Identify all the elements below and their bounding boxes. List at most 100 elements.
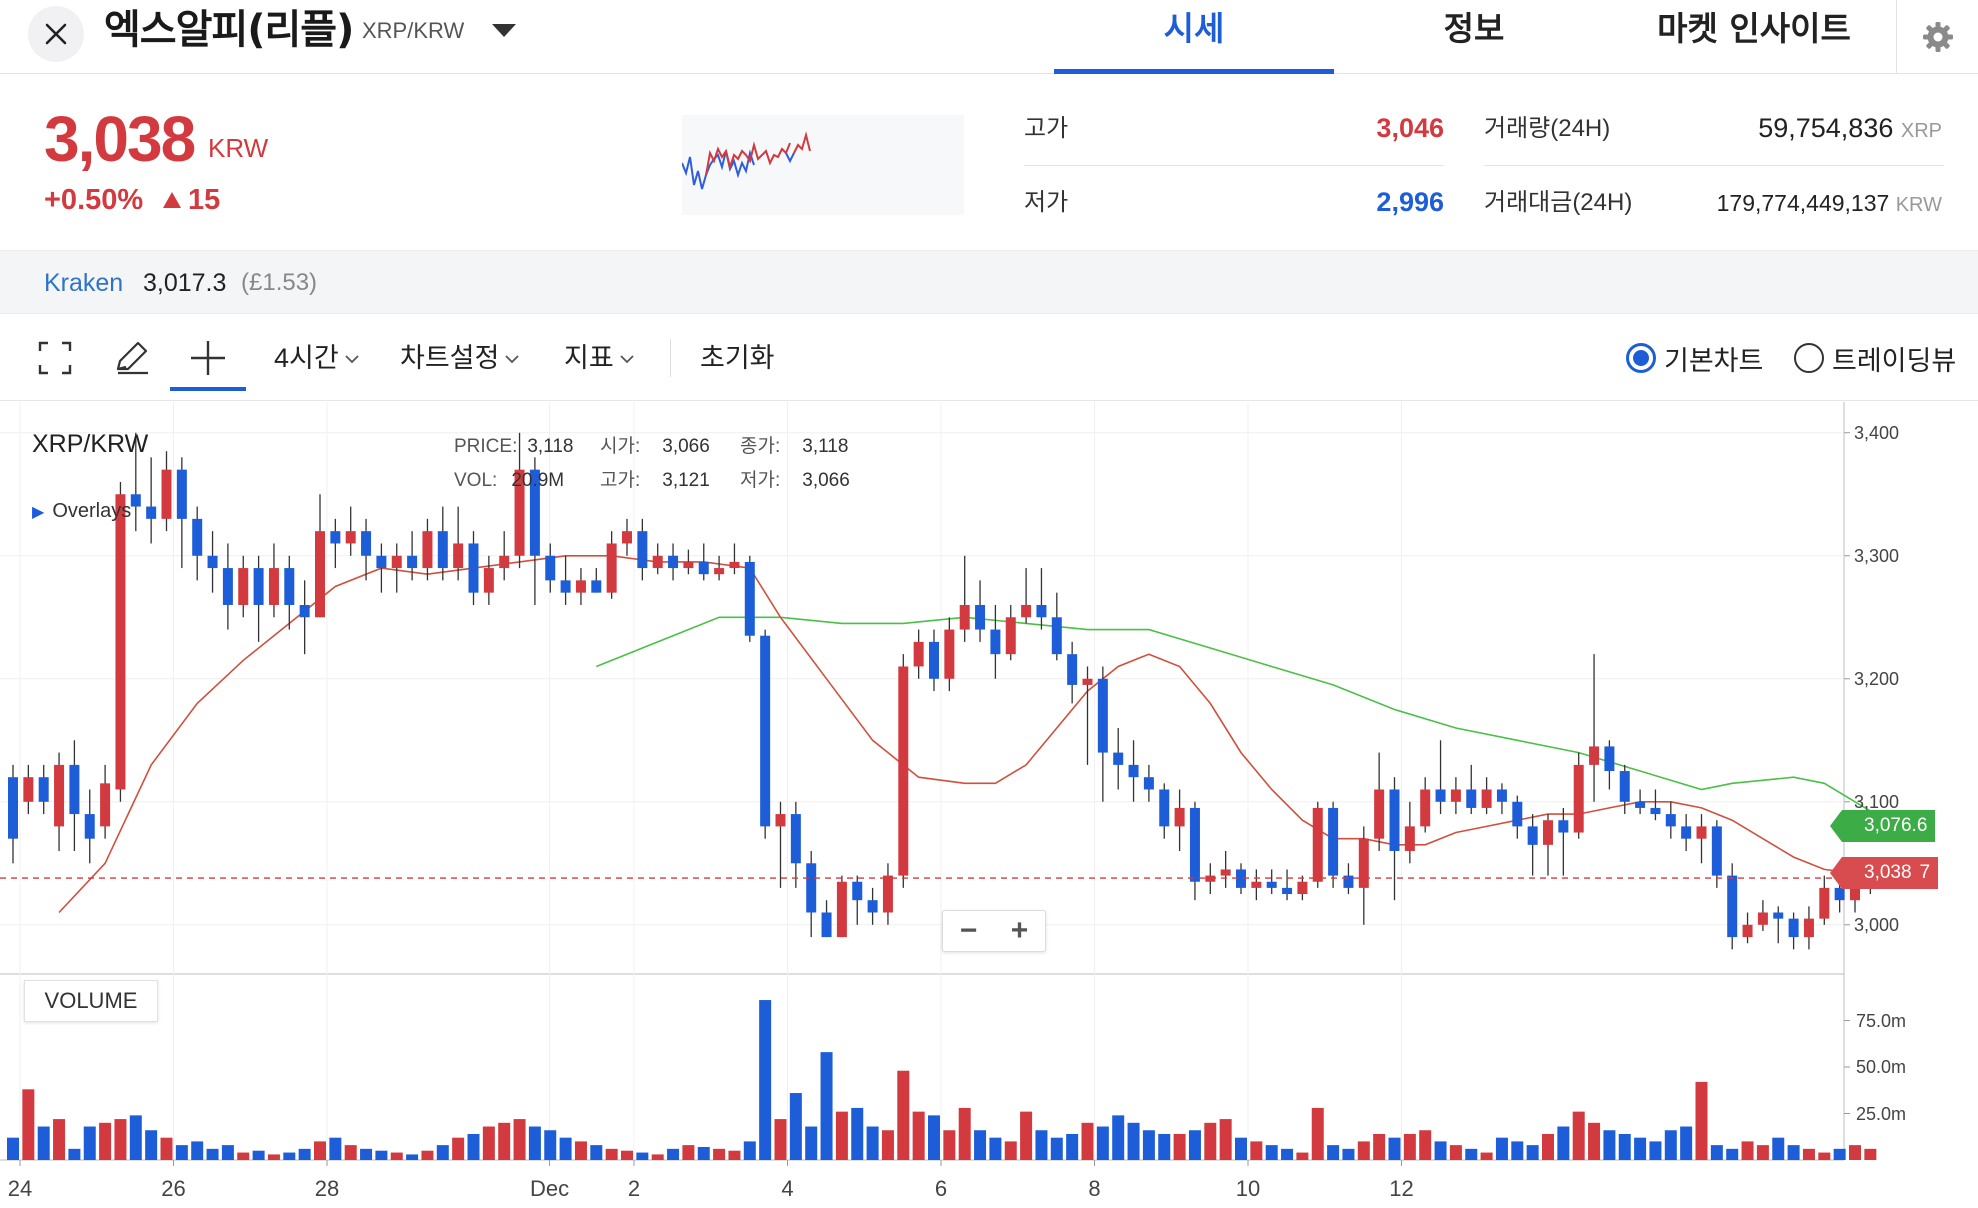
volume-bar bbox=[897, 1070, 910, 1160]
volume-bar bbox=[590, 1145, 603, 1160]
candle-body bbox=[1604, 746, 1615, 772]
candle-body bbox=[606, 543, 617, 593]
exchange-price: 3,017.3 bbox=[143, 269, 227, 297]
candle-body bbox=[1788, 918, 1799, 938]
indicators-label: 지표 bbox=[564, 343, 614, 373]
fullscreen-button[interactable] bbox=[30, 333, 80, 383]
volume-bar bbox=[1035, 1130, 1048, 1160]
candle-body bbox=[437, 531, 448, 569]
chevron-down-icon[interactable] bbox=[490, 20, 518, 40]
change-percent: +0.50% bbox=[44, 184, 144, 216]
tab-market-price[interactable]: 시세 bbox=[1054, 0, 1334, 74]
candle-body bbox=[1589, 746, 1600, 765]
volume-bar bbox=[1680, 1126, 1693, 1160]
radio-checked-icon bbox=[1626, 343, 1656, 373]
candle-body bbox=[744, 561, 755, 636]
tab-market-insight[interactable]: 마켓 인사이트 bbox=[1614, 0, 1894, 74]
change-amount: 15 bbox=[188, 184, 221, 216]
volume-bar bbox=[958, 1107, 971, 1160]
time-tick-label: Dec bbox=[530, 1176, 570, 1201]
volume-bar bbox=[1572, 1111, 1585, 1160]
interval-label: 4시간 bbox=[274, 343, 339, 373]
chart-settings-dropdown[interactable]: 차트설정 bbox=[400, 339, 520, 377]
close-button[interactable] bbox=[28, 6, 84, 62]
ohlc-high: 고가: 3,121 bbox=[600, 468, 710, 494]
exchange-name-link[interactable]: Kraken bbox=[44, 267, 123, 299]
tab-info[interactable]: 정보 bbox=[1334, 0, 1614, 74]
candle-body bbox=[1773, 912, 1784, 919]
candle-body bbox=[391, 555, 402, 569]
zoom-out-button[interactable]: − bbox=[943, 911, 994, 951]
candle-body bbox=[637, 531, 648, 569]
volume-tick-label: 75.0m bbox=[1856, 1010, 1907, 1031]
candle-body bbox=[1082, 678, 1093, 685]
ohlc-open: 시가: 3,066 bbox=[600, 434, 710, 460]
overlays-toggle[interactable]: ▶ Overlays bbox=[32, 498, 131, 526]
up-triangle-icon bbox=[163, 192, 181, 208]
volume-bar bbox=[1235, 1137, 1247, 1160]
volume-bar bbox=[482, 1126, 495, 1160]
candle-body bbox=[959, 604, 970, 630]
volume-bar bbox=[314, 1141, 326, 1160]
volume-bar bbox=[1710, 1145, 1723, 1160]
candle-body bbox=[468, 543, 479, 593]
volume-bar bbox=[513, 1119, 526, 1160]
radio-basic-chart[interactable]: 기본차트 bbox=[1626, 339, 1763, 377]
volume-bar bbox=[267, 1154, 280, 1160]
candle-body bbox=[975, 604, 986, 630]
chart-grid bbox=[0, 402, 1850, 1166]
volume-bar bbox=[7, 1137, 19, 1160]
chevron-down-icon bbox=[345, 355, 359, 364]
volume-bar bbox=[1480, 1152, 1493, 1160]
candle-body bbox=[69, 764, 80, 815]
candle-body bbox=[1681, 826, 1692, 839]
ohlc-low-value: 3,066 bbox=[802, 470, 850, 491]
candle-body bbox=[483, 568, 494, 593]
volume-bar bbox=[1419, 1130, 1432, 1160]
reset-button[interactable]: 초기화 bbox=[700, 339, 775, 377]
candle-body bbox=[1819, 887, 1830, 919]
candle-body bbox=[268, 568, 279, 605]
volume-bar bbox=[1526, 1145, 1539, 1160]
indicators-dropdown[interactable]: 지표 bbox=[564, 339, 634, 377]
candle-body bbox=[898, 666, 909, 876]
candle-body bbox=[1834, 887, 1845, 901]
settings-button[interactable] bbox=[1896, 0, 1978, 74]
volume-bar bbox=[1557, 1126, 1570, 1160]
volume-bar bbox=[835, 1111, 848, 1160]
draw-button[interactable] bbox=[106, 333, 156, 383]
candle-body bbox=[222, 568, 233, 605]
fullscreen-icon bbox=[38, 341, 72, 375]
candle-body bbox=[1328, 807, 1339, 876]
volume-bar bbox=[1250, 1141, 1263, 1160]
ohlc-volume: VOL: 20.9M bbox=[454, 468, 564, 494]
volume-bar bbox=[789, 1093, 802, 1160]
candle-body bbox=[453, 543, 464, 569]
interval-dropdown[interactable]: 4시간 bbox=[274, 339, 359, 377]
zoom-control: − + bbox=[942, 910, 1046, 952]
time-tick-label: 10 bbox=[1235, 1176, 1261, 1201]
volume-bar bbox=[375, 1150, 388, 1160]
candle-body bbox=[1527, 826, 1538, 845]
volume-bar bbox=[53, 1119, 66, 1160]
radio-tradingview[interactable]: 트레이딩뷰 bbox=[1794, 339, 1956, 377]
crosshair-button[interactable] bbox=[183, 333, 233, 383]
price-chart-area[interactable]: XRP/KRW ▶ Overlays PRICE: 3,118 시가: 3,066 종… bbox=[0, 402, 1978, 1208]
volume-bar bbox=[360, 1148, 373, 1160]
candle-body bbox=[192, 518, 203, 556]
volume-bar bbox=[1449, 1145, 1462, 1160]
candle-body bbox=[38, 777, 49, 802]
volume-bar bbox=[774, 1119, 787, 1160]
volume-bar bbox=[912, 1111, 925, 1160]
volume-bar bbox=[1542, 1133, 1554, 1160]
volume-bar bbox=[1511, 1141, 1524, 1160]
candle-body bbox=[1312, 807, 1323, 882]
chevron-down-icon bbox=[505, 355, 520, 364]
candle-body bbox=[1619, 771, 1630, 802]
volume-bar bbox=[667, 1148, 680, 1160]
time-tick-label: 28 bbox=[314, 1176, 340, 1201]
volume-bar bbox=[1756, 1145, 1769, 1160]
zoom-in-button[interactable]: + bbox=[994, 911, 1045, 951]
ohlc-vol-value: 20.9M bbox=[511, 470, 565, 491]
candlestick-chart[interactable] bbox=[0, 402, 1978, 1208]
